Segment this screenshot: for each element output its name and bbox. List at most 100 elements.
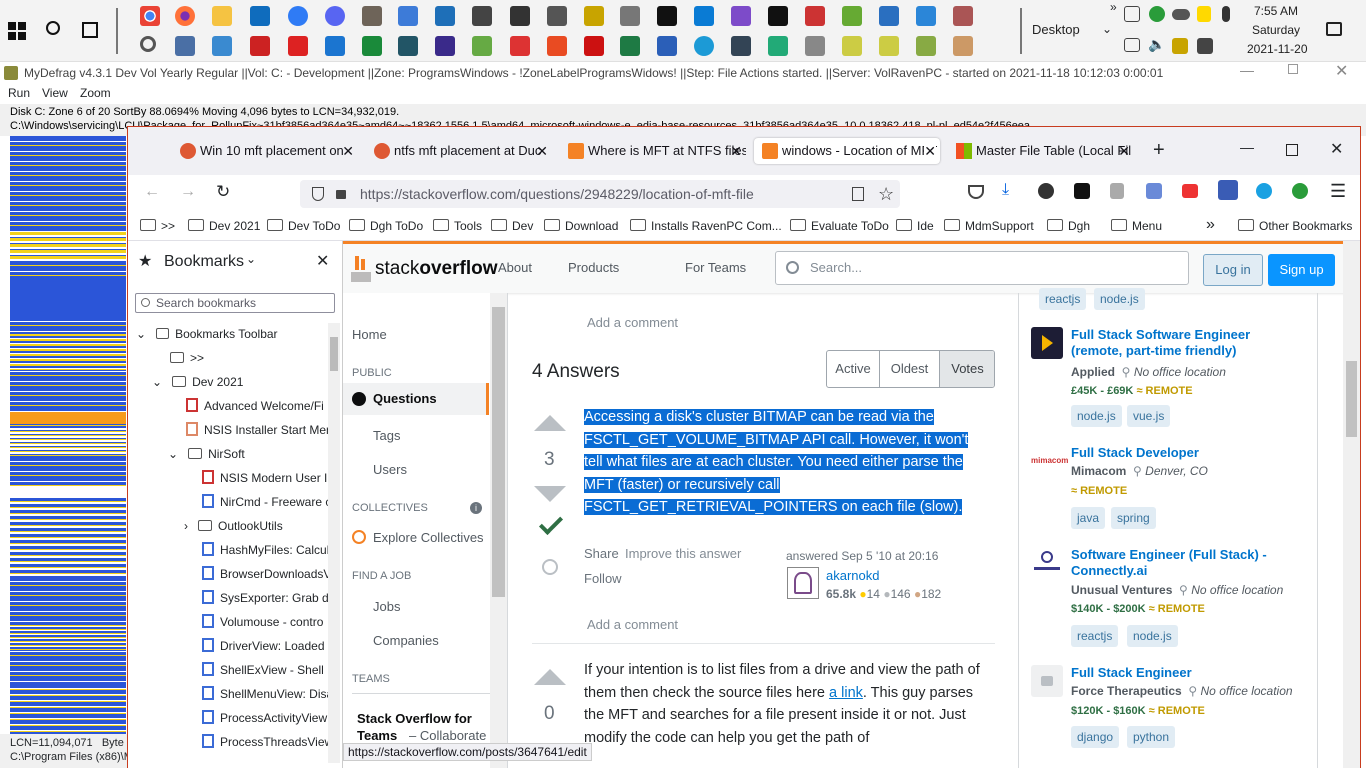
job-title[interactable]: Full Stack Engineer (1071, 665, 1291, 681)
other-bookmarks[interactable]: Other Bookmarks (1238, 219, 1352, 233)
pocket-icon[interactable] (968, 185, 984, 199)
chevron-down-icon[interactable]: ⌄ (1102, 22, 1112, 36)
nav-for-teams[interactable]: For Teams (685, 260, 746, 275)
app-icon[interactable] (620, 6, 640, 26)
teams-promo-title[interactable]: Stack Overflow for (357, 711, 472, 726)
back-icon[interactable]: ← (144, 183, 160, 201)
add-comment-link[interactable]: Add a comment (587, 617, 678, 632)
app-icon[interactable] (805, 36, 825, 56)
app-icon[interactable] (212, 36, 232, 56)
edge-icon[interactable] (694, 36, 714, 56)
tray-icon[interactable] (1197, 6, 1211, 22)
bookmark-folder[interactable]: Dev (491, 219, 533, 233)
answer-user-link[interactable]: akarnokd (826, 568, 879, 583)
tree-bookmark[interactable]: NSIS Installer Start Men (186, 418, 333, 442)
job-title[interactable]: Full Stack Software Engineer (remote, pa… (1071, 327, 1291, 359)
teams-promo-title-2[interactable]: Teams (357, 728, 397, 743)
url-text[interactable]: https://stackoverflow.com/questions/2948… (360, 186, 754, 202)
app-icon[interactable] (472, 36, 492, 56)
close-tab-icon[interactable]: ✕ (924, 138, 936, 164)
app-icon[interactable] (805, 6, 825, 26)
downvote-icon[interactable] (534, 486, 566, 502)
camera-icon[interactable] (1182, 184, 1198, 198)
signup-button[interactable]: Sign up (1268, 254, 1335, 286)
sidebar-scrollbar[interactable] (328, 323, 340, 763)
powershell-icon[interactable] (879, 6, 899, 26)
tray-icon[interactable] (1149, 6, 1165, 22)
page-scrollbar[interactable] (1343, 241, 1360, 768)
tree-bookmark[interactable]: SysExporter: Grab da (202, 586, 335, 610)
tree-bookmark[interactable]: ProcessActivityView (202, 706, 327, 730)
reload-icon[interactable]: ↻ (216, 182, 230, 202)
left-nav-scrollbar[interactable] (490, 293, 507, 768)
app-icon[interactable] (584, 6, 604, 26)
gimp-icon[interactable] (362, 6, 382, 26)
bookmark-folder[interactable]: Dgh (1047, 219, 1090, 233)
app-icon[interactable] (435, 6, 455, 26)
tab-3[interactable]: Where is MFT at NTFS files ✕ (560, 138, 746, 164)
office-icon[interactable] (547, 36, 567, 56)
bookmark-folder[interactable]: Tools (433, 219, 482, 233)
tree-bookmark[interactable]: DriverView: Loaded (202, 634, 325, 658)
tree-folder[interactable]: >> (170, 346, 204, 370)
tree-bookmark[interactable]: NSIS Modern User Ir (202, 466, 331, 490)
tree-bookmark[interactable]: ShellExView - Shell E (202, 658, 335, 682)
restore-button[interactable] (1288, 64, 1298, 74)
nav-tags[interactable]: Tags (373, 428, 400, 443)
excel-icon[interactable] (620, 36, 640, 56)
chevron-down-icon[interactable]: ⌄ (246, 252, 256, 266)
nav-home[interactable]: Home (352, 327, 387, 342)
minimize-button[interactable]: — (1240, 62, 1254, 78)
app-icon[interactable] (175, 36, 195, 56)
menu-view[interactable]: View (42, 86, 68, 100)
bookmark-star-icon[interactable]: ☆ (878, 180, 894, 208)
nav-about[interactable]: About (498, 260, 532, 275)
job-tag[interactable]: spring (1111, 507, 1156, 529)
share-icon[interactable] (1256, 183, 1272, 199)
improve-answer-link[interactable]: Improve this answer (625, 546, 741, 561)
firefox-icon[interactable] (175, 6, 195, 26)
upvote-icon[interactable] (534, 415, 566, 431)
task-view-icon[interactable] (82, 22, 98, 38)
extension-icon[interactable] (1074, 183, 1090, 199)
job-tag[interactable]: reactjs (1039, 288, 1087, 310)
app-icon[interactable] (398, 6, 418, 26)
forward-icon[interactable]: → (180, 183, 196, 201)
gear-icon[interactable] (140, 36, 156, 52)
job-tag[interactable]: node.js (1094, 288, 1145, 310)
close-sidebar-icon[interactable]: ✕ (316, 251, 329, 271)
stackoverflow-logo-text[interactable]: stackoverflow (375, 258, 497, 280)
follow-link[interactable]: Follow (584, 571, 622, 586)
nav-explore-collectives[interactable]: Explore Collectives (373, 530, 484, 545)
file-explorer-icon[interactable] (212, 6, 232, 26)
extension-icon[interactable] (1292, 183, 1308, 199)
tree-bookmark[interactable]: NirCmd - Freeware c (202, 490, 331, 514)
tree-bookmark[interactable]: HashMyFiles: Calcul (202, 538, 329, 562)
app-icon[interactable] (362, 36, 382, 56)
app-icon[interactable] (953, 6, 973, 26)
job-tag[interactable]: reactjs (1071, 625, 1119, 647)
bookmark-folder[interactable]: Ide (896, 219, 934, 233)
bookmark-folder[interactable]: Installs RavenPC Com... (630, 219, 782, 233)
app-icon[interactable] (435, 36, 455, 56)
bookmark-folder[interactable]: Menu (1111, 219, 1162, 233)
tray-icon[interactable] (1172, 38, 1188, 54)
tree-bookmarks-toolbar[interactable]: ⌄ Bookmarks Toolbar (136, 322, 278, 346)
extension-icon[interactable] (1146, 183, 1162, 199)
nav-products[interactable]: Products (568, 260, 619, 275)
search-icon[interactable] (46, 21, 60, 35)
sort-oldest[interactable]: Oldest (880, 351, 940, 387)
so-search-input[interactable]: Search... (775, 251, 1189, 285)
job-tag[interactable]: python (1127, 726, 1176, 748)
bookmark-folder[interactable]: Evaluate ToDo (790, 219, 889, 233)
tree-bookmark[interactable]: Advanced Welcome/Fi (186, 394, 324, 418)
tree-bookmark[interactable]: Volumouse - contro (202, 610, 323, 634)
tree-folder-outlookutils[interactable]: › OutlookUtils (184, 514, 283, 538)
add-comment-link[interactable]: Add a comment (587, 315, 678, 330)
app-icon[interactable] (510, 6, 530, 26)
close-button[interactable]: ✕ (1335, 61, 1348, 81)
close-tab-icon[interactable]: ✕ (730, 138, 742, 164)
address-bar[interactable]: https://stackoverflow.com/questions/2948… (300, 180, 900, 208)
terminal-icon[interactable] (657, 6, 677, 26)
maximize-button[interactable] (1286, 144, 1298, 156)
